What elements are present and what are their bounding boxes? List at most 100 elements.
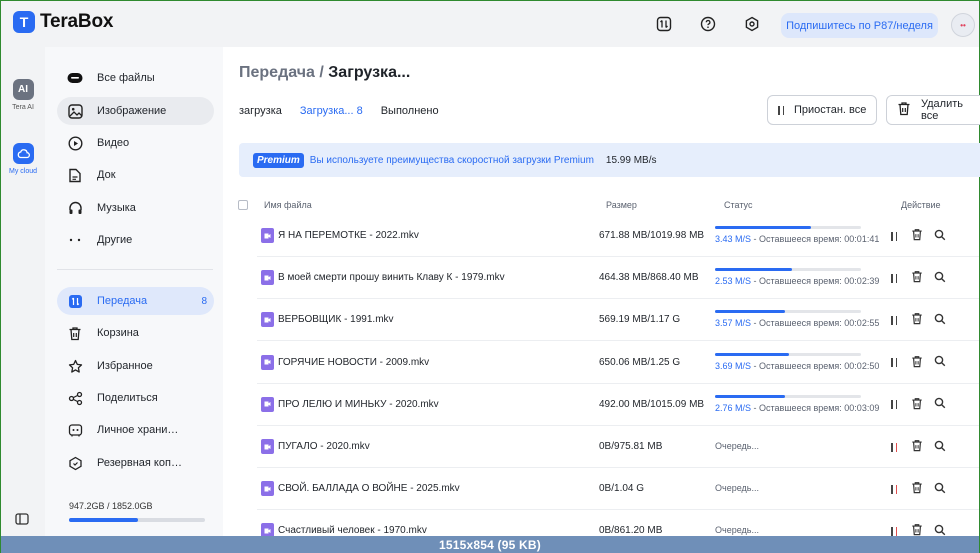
star-icon xyxy=(67,358,83,374)
sidebar-item-other[interactable]: Другие xyxy=(57,226,214,254)
trash-icon xyxy=(911,312,923,328)
pause-all-button[interactable]: Приостан. все xyxy=(767,95,878,125)
tab-downloading[interactable]: Загрузка... 8 xyxy=(300,105,363,117)
search-icon xyxy=(934,313,946,328)
sidebar-item-all-files[interactable]: Все файлы xyxy=(57,64,214,92)
sidebar-item-label: Личное храни… xyxy=(97,424,179,436)
music-icon xyxy=(67,200,83,216)
transfer-row[interactable]: В моей смерти прошу винить Клаву К - 197… xyxy=(223,257,979,300)
rail-label: My cloud xyxy=(8,168,37,175)
pause-icon xyxy=(891,231,897,241)
video-file-icon xyxy=(261,354,274,370)
pause-button[interactable] xyxy=(887,271,901,285)
transfer-row[interactable]: Я НА ПЕРЕМОТКЕ - 2022.mkv 671.88 MB/1019.… xyxy=(223,215,979,257)
delete-button[interactable] xyxy=(910,313,924,327)
file-name[interactable]: ВЕРБОВЩИК - 1991.mkv xyxy=(278,314,394,325)
locate-button[interactable] xyxy=(933,440,947,454)
sidebar-item-label: Другие xyxy=(97,234,133,246)
premium-banner-text: Вы используете преимущества скоростной з… xyxy=(309,154,594,166)
ai-icon: AI xyxy=(12,79,34,100)
doc-icon xyxy=(67,167,83,183)
sidebar-item-label: Резервная коп… xyxy=(97,457,182,469)
sidebar-item-share[interactable]: Поделиться xyxy=(57,384,214,412)
breadcrumb-transfer[interactable]: Передача xyxy=(239,64,315,81)
breadcrumb-current: Загрузка... xyxy=(328,64,411,81)
time-remaining: - Оставшееся время: 00:01:41 xyxy=(751,234,880,244)
file-name[interactable]: ГОРЯЧИЕ НОВОСТИ - 2009.mkv xyxy=(278,357,429,368)
column-header-size[interactable]: Размер xyxy=(606,200,637,210)
sidebar-item-trash[interactable]: Корзина xyxy=(57,319,214,347)
transfer-icon[interactable] xyxy=(655,15,673,33)
sidebar-item-personal-vault[interactable]: Личное храни… xyxy=(57,416,214,444)
sidebar-item-backup[interactable]: Резервная коп… xyxy=(57,449,214,477)
trash-icon xyxy=(897,101,911,119)
pause-button[interactable] xyxy=(887,482,901,496)
file-name[interactable]: СВОЙ. БАЛЛАДА О ВОЙНЕ - 2025.mkv xyxy=(278,483,460,494)
download-progress-fill xyxy=(715,352,790,356)
tab-completed[interactable]: Выполнено xyxy=(381,105,439,117)
pause-button[interactable] xyxy=(887,229,901,243)
delete-button[interactable] xyxy=(910,229,924,243)
download-status: 2.76 M/S - Оставшееся время: 00:03:09 xyxy=(715,403,879,413)
transfer-row[interactable]: ПУГАЛО - 2020.mkv 0B/975.81 MB Очередь... xyxy=(223,426,979,468)
delete-button[interactable] xyxy=(910,397,924,412)
pause-icon xyxy=(891,526,897,536)
delete-all-button[interactable]: Удалить все xyxy=(886,95,980,125)
sidebar-item-music[interactable]: Музыка xyxy=(57,194,214,222)
sidebar-item-doc[interactable]: Док xyxy=(57,161,214,189)
sidebar-item-images[interactable]: Изображение xyxy=(57,97,214,125)
download-progress-bar xyxy=(715,268,861,272)
sidebar-item-favorites[interactable]: Избранное xyxy=(57,352,214,380)
delete-button[interactable] xyxy=(910,440,924,454)
pause-button[interactable] xyxy=(887,313,901,327)
pause-button[interactable] xyxy=(887,398,901,412)
avatar[interactable]: •• xyxy=(951,13,975,37)
locate-button[interactable] xyxy=(933,482,947,496)
sidebar-item-transfer[interactable]: Передача 8 xyxy=(57,287,214,315)
sidebar-toggle-icon[interactable] xyxy=(15,513,29,528)
transfer-row[interactable]: ВЕРБОВЩИК - 1991.mkv 569.19 MB/1.17 G 3.57… xyxy=(223,299,979,342)
search-icon xyxy=(934,397,946,412)
sidebar-item-video[interactable]: Видео xyxy=(57,129,214,157)
subscribe-button[interactable]: Подпишитесь по Р87/неделя xyxy=(781,13,938,38)
locate-button[interactable] xyxy=(933,355,947,370)
storage-progress-fill xyxy=(69,518,139,522)
select-all-checkbox[interactable] xyxy=(238,200,248,210)
top-bar: T TeraBox Подпишитесь по Р87/неделя •• xyxy=(1,1,979,47)
file-name[interactable]: ПРО ЛЕЛЮ И МИНЬКУ - 2020.mkv xyxy=(278,399,439,410)
locate-button[interactable] xyxy=(933,271,947,285)
delete-button[interactable] xyxy=(910,355,924,370)
pause-button[interactable] xyxy=(887,440,901,454)
file-name[interactable]: В моей смерти прошу винить Клаву К - 197… xyxy=(278,272,505,283)
video-file-icon xyxy=(261,481,274,497)
sidebar-item-label: Корзина xyxy=(97,327,139,339)
column-header-name[interactable]: Имя файла xyxy=(264,200,312,210)
locate-button[interactable] xyxy=(933,229,947,243)
file-name[interactable]: ПУГАЛО - 2020.mkv xyxy=(278,441,370,452)
transfer-row[interactable]: СВОЙ. БАЛЛАДА О ВОЙНЕ - 2025.mkv 0B/1.04 … xyxy=(223,468,979,511)
help-icon[interactable] xyxy=(699,15,717,33)
rail-item-my-cloud[interactable]: My cloud xyxy=(1,143,45,175)
image-icon xyxy=(67,103,83,119)
rail-label: Tera AI xyxy=(12,104,34,111)
file-size: 492.00 MB/1015.09 MB xyxy=(599,398,705,410)
rail-item-tera-ai[interactable]: AI Tera AI xyxy=(1,79,45,111)
logo[interactable]: T TeraBox xyxy=(13,11,113,33)
video-file-icon xyxy=(261,270,274,286)
file-name[interactable]: Я НА ПЕРЕМОТКЕ - 2022.mkv xyxy=(278,230,419,241)
download-progress-bar xyxy=(715,226,861,229)
trash-icon xyxy=(911,481,923,497)
locate-button[interactable] xyxy=(933,313,947,327)
delete-button[interactable] xyxy=(910,482,924,496)
vault-icon xyxy=(67,422,83,438)
delete-button[interactable] xyxy=(910,271,924,285)
tab-upload[interactable]: загрузка xyxy=(239,105,282,117)
transfer-row[interactable]: ГОРЯЧИЕ НОВОСТИ - 2009.mkv 650.06 MB/1.25… xyxy=(223,342,979,384)
settings-icon[interactable] xyxy=(743,15,761,33)
file-name[interactable]: Счастливый человек - 1970.mkv xyxy=(278,525,427,536)
download-progress-fill xyxy=(715,268,793,272)
locate-button[interactable] xyxy=(933,397,947,412)
pause-button[interactable] xyxy=(887,356,901,370)
transfer-row[interactable]: ПРО ЛЕЛЮ И МИНЬКУ - 2020.mkv 492.00 MB/10… xyxy=(223,384,979,426)
transfer-count-badge: 8 xyxy=(201,295,207,307)
